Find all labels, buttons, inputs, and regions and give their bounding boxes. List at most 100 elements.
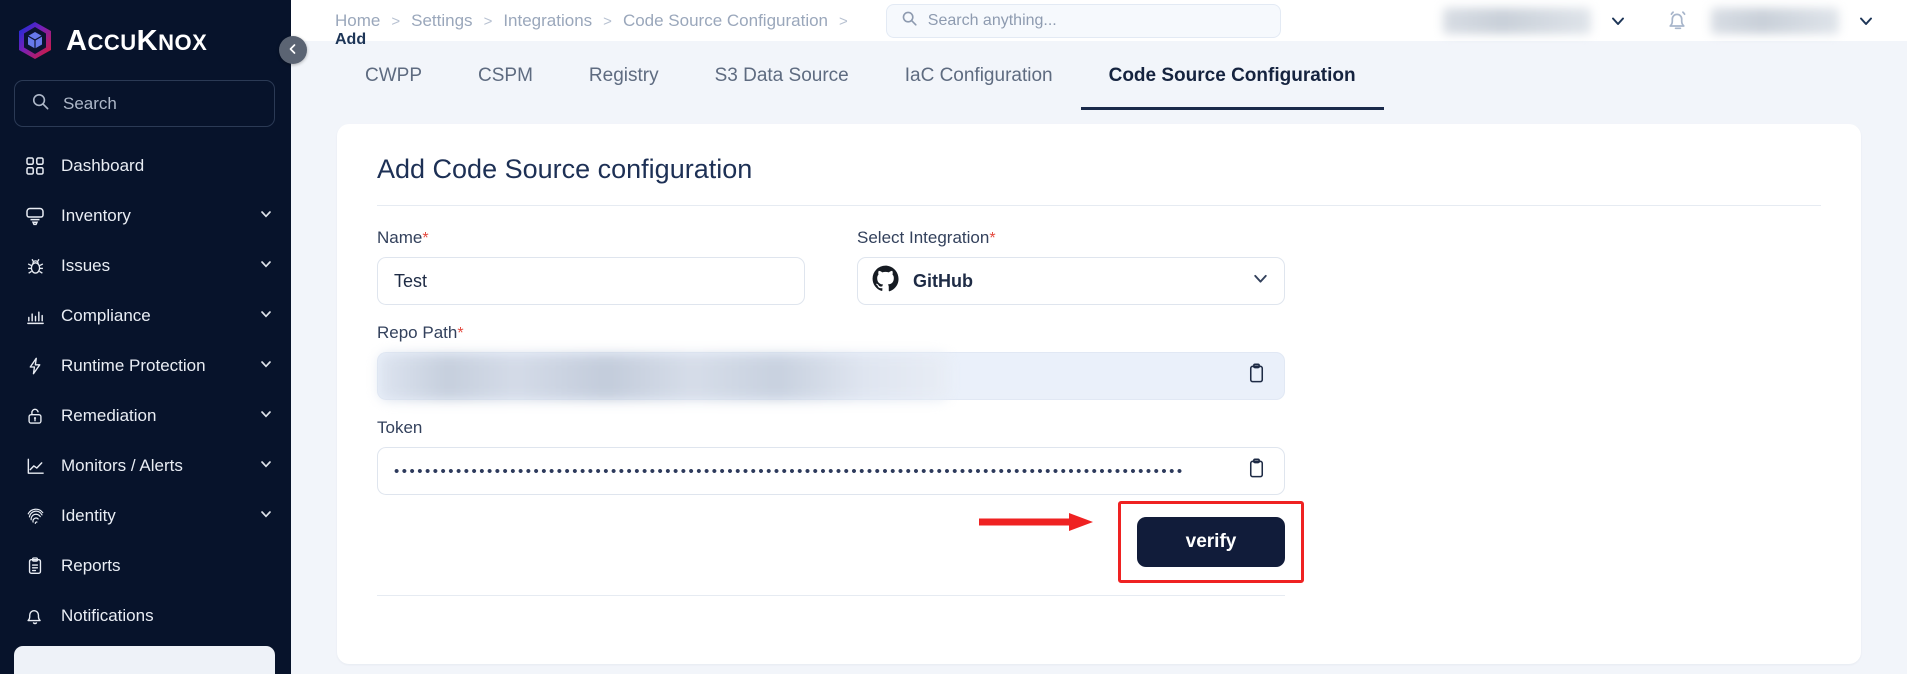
verify-button[interactable]: verify — [1137, 517, 1285, 567]
line-chart-icon — [22, 456, 48, 477]
fingerprint-icon — [22, 506, 48, 527]
chevron-down-icon — [259, 356, 273, 376]
form-actions: verify — [377, 495, 1304, 583]
sidebar-item-reports[interactable]: Reports — [0, 541, 291, 591]
repo-path-label: Repo Path* — [377, 323, 464, 342]
sidebar-item-inventory[interactable]: Inventory — [0, 191, 291, 241]
notifications-bell-button[interactable] — [1645, 8, 1711, 34]
user-profile-redacted[interactable] — [1711, 7, 1839, 34]
unlock-icon — [22, 406, 48, 426]
integration-select[interactable]: GitHub — [857, 257, 1285, 305]
sidebar-item-dashboard[interactable]: Dashboard — [0, 141, 291, 191]
tab-cwpp[interactable]: CWPP — [337, 41, 450, 110]
breadcrumb-item-integrations[interactable]: Integrations — [503, 11, 592, 31]
tenant-selector-redacted[interactable] — [1443, 7, 1591, 34]
sidebar-item-identity[interactable]: Identity — [0, 491, 291, 541]
chevron-down-icon — [259, 456, 273, 476]
right-arrow-annotation — [977, 511, 1095, 533]
add-code-source-card: Add Code Source configuration Name* Test… — [337, 124, 1861, 664]
breadcrumb-separator: > — [391, 12, 401, 30]
sidebar-item-monitors-alerts[interactable]: Monitors / Alerts — [0, 441, 291, 491]
name-input-value: Test — [394, 270, 428, 291]
integration-tabs: CWPP CSPM Registry S3 Data Source IaC Co… — [291, 41, 1907, 110]
global-search-placeholder: Search anything... — [927, 11, 1057, 29]
required-asterisk: * — [422, 230, 429, 247]
breadcrumb-separator: > — [483, 12, 493, 30]
global-search-input[interactable]: Search anything... — [885, 3, 1281, 38]
chevron-down-icon[interactable] — [1251, 269, 1270, 293]
tab-code-source-configuration[interactable]: Code Source Configuration — [1081, 41, 1384, 110]
field-group-integration: Select Integration* GitHub — [857, 228, 1285, 305]
bar-chart-icon — [22, 306, 48, 327]
tab-cspm[interactable]: CSPM — [450, 41, 561, 110]
sidebar-item-label: Remediation — [61, 406, 157, 425]
sidebar-search-placeholder: Search — [63, 93, 117, 113]
repo-path-input[interactable] — [377, 352, 1285, 400]
search-icon — [31, 92, 50, 116]
sidebar-item-label: Compliance — [61, 306, 151, 325]
tenant-selector-chevron[interactable] — [1591, 12, 1645, 30]
sidebar-search-input[interactable]: Search — [14, 80, 275, 127]
required-asterisk: * — [457, 325, 464, 342]
top-bar: Home > Settings > Integrations > Code So… — [291, 0, 1907, 48]
sidebar-nav: Dashboard Inventory Issues Compliance Ru… — [0, 141, 291, 641]
brand-name: ACCUKNOX — [66, 24, 208, 57]
sidebar-item-label: Issues — [61, 256, 111, 275]
form-row-1: Name* Test Select Integration* GitHub — [377, 228, 1821, 305]
field-group-repo-path: Repo Path* — [377, 323, 1285, 400]
sidebar-item-compliance[interactable]: Compliance — [0, 291, 291, 341]
required-asterisk: * — [989, 230, 996, 247]
name-input[interactable]: Test — [377, 257, 805, 305]
bolt-icon — [22, 356, 48, 376]
chevron-left-icon — [287, 43, 299, 58]
verify-button-wrapper: verify — [1118, 501, 1304, 583]
token-masked-value: ••••••••••••••••••••••••••••••••••••••••… — [394, 462, 1185, 480]
grid-icon — [22, 156, 48, 176]
sidebar-item-runtime-protection[interactable]: Runtime Protection — [0, 341, 291, 391]
clipboard-copy-icon[interactable] — [1245, 457, 1268, 485]
brand[interactable]: ACCUKNOX — [0, 0, 291, 64]
bug-icon — [22, 256, 48, 277]
field-group-name: Name* Test — [377, 228, 805, 305]
sidebar-item-issues[interactable]: Issues — [0, 241, 291, 291]
sidebar-item-notifications[interactable]: Notifications — [0, 591, 291, 641]
sidebar-item-label: Notifications — [61, 606, 154, 625]
sidebar-item-remediation[interactable]: Remediation — [0, 391, 291, 441]
clipboard-copy-icon[interactable] — [1245, 362, 1268, 390]
breadcrumb-separator: > — [603, 12, 612, 30]
chevron-down-icon — [259, 256, 273, 276]
page-title: Add Code Source configuration — [377, 150, 1821, 206]
select-integration-label: Select Integration* — [857, 228, 996, 247]
tab-registry[interactable]: Registry — [561, 41, 687, 110]
breadcrumb-separator: > — [839, 12, 848, 30]
app-root: ACCUKNOX Search Dashboard Inventory Issu… — [0, 0, 1907, 674]
integration-selected-value: GitHub — [913, 270, 973, 291]
sidebar-item-label: Identity — [61, 506, 116, 525]
accuknox-logo-icon — [14, 20, 56, 62]
chevron-down-icon — [259, 206, 273, 226]
sidebar-item-label: Dashboard — [61, 156, 145, 175]
sidebar-item-label: Reports — [61, 556, 121, 575]
token-input[interactable]: ••••••••••••••••••••••••••••••••••••••••… — [377, 447, 1285, 495]
main-content: Home > Settings > Integrations > Code So… — [291, 0, 1907, 674]
breadcrumb-item-home[interactable]: Home — [335, 11, 380, 31]
inventory-icon — [22, 205, 48, 227]
chevron-down-icon — [259, 306, 273, 326]
chevron-down-icon — [259, 506, 273, 526]
breadcrumb-item-settings[interactable]: Settings — [411, 11, 472, 31]
field-group-token: Token ••••••••••••••••••••••••••••••••••… — [377, 418, 1285, 495]
tab-s3-data-source[interactable]: S3 Data Source — [687, 41, 877, 110]
sidebar-footer-panel — [14, 646, 275, 674]
tab-iac-configuration[interactable]: IaC Configuration — [877, 41, 1081, 110]
bell-icon — [22, 606, 48, 626]
breadcrumb-item-code-source-configuration[interactable]: Code Source Configuration — [623, 11, 828, 31]
github-icon — [872, 265, 899, 297]
sidebar-collapse-button[interactable] — [279, 36, 307, 64]
sidebar: ACCUKNOX Search Dashboard Inventory Issu… — [0, 0, 291, 674]
clipboard-icon — [22, 556, 48, 576]
top-bar-right — [1443, 7, 1893, 34]
token-label: Token — [377, 418, 423, 437]
breadcrumb-current-page: Add — [335, 30, 367, 48]
user-menu-chevron[interactable] — [1839, 12, 1893, 30]
repo-path-redacted-value — [379, 354, 949, 400]
